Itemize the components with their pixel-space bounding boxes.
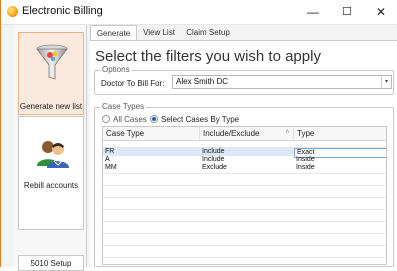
type-cell: Inside bbox=[296, 164, 315, 171]
column-header-label: Include/Exclude bbox=[203, 129, 260, 138]
row-divider bbox=[103, 245, 386, 246]
chevron-down-icon[interactable]: ▾ bbox=[381, 76, 391, 88]
window-title: Electronic Billing bbox=[22, 5, 103, 17]
app-window: Electronic Billing — ☐ ✕ Generate new li… bbox=[0, 0, 397, 271]
case-types-legend: Case Types bbox=[100, 102, 147, 111]
close-button[interactable]: ✕ bbox=[364, 0, 397, 24]
row-divider bbox=[103, 209, 386, 210]
minimize-button[interactable]: — bbox=[296, 0, 330, 24]
case-type-grid: Case Type Include/Exclude ^ Type FR Incl… bbox=[102, 126, 387, 265]
doctor-select-value: Alex Smith DC bbox=[176, 77, 229, 86]
case-type-cell: A bbox=[105, 156, 110, 163]
doctor-select[interactable]: Alex Smith DC ▾ bbox=[172, 75, 392, 89]
tab-generate-list[interactable]: Generate List bbox=[90, 25, 137, 54]
column-header-type[interactable]: Type bbox=[294, 127, 386, 141]
type-cell: Inside bbox=[296, 156, 315, 163]
row-divider bbox=[103, 221, 386, 222]
table-row[interactable]: MM Exclude Inside bbox=[103, 164, 386, 172]
select-cases-by-type-radio[interactable] bbox=[150, 115, 158, 123]
all-cases-label: All Cases bbox=[113, 115, 147, 124]
case-types-group: Case Types All Cases Select Cases By Typ… bbox=[94, 102, 394, 267]
sidebar: Generate new list Rebill accounts 5010 S… bbox=[14, 25, 87, 271]
select-cases-by-type-label: Select Cases By Type bbox=[161, 115, 240, 124]
case-type-cell: MM bbox=[105, 164, 117, 171]
sidebar-item-rebill-accounts[interactable]: Rebill accounts bbox=[18, 116, 84, 230]
page-title: Select the filters you wish to apply bbox=[95, 48, 321, 65]
sort-indicator-icon: ^ bbox=[285, 130, 289, 137]
users-icon bbox=[37, 141, 69, 168]
sidebar-item-label: Generate new list bbox=[19, 102, 83, 111]
row-divider bbox=[103, 185, 386, 186]
column-header-case-type[interactable]: Case Type bbox=[103, 127, 200, 141]
title-bar: Electronic Billing — ☐ ✕ bbox=[1, 0, 397, 25]
include-exclude-cell: Exclude bbox=[202, 164, 227, 171]
table-row[interactable]: FR Include Exact bbox=[103, 148, 386, 158]
generate-list-panel: Select the filters you wish to apply Opt… bbox=[90, 40, 397, 268]
row-divider bbox=[103, 257, 386, 258]
all-cases-radio[interactable] bbox=[102, 115, 110, 123]
column-header-include-exclude[interactable]: Include/Exclude ^ bbox=[200, 127, 294, 141]
sidebar-item-label: Rebill accounts bbox=[23, 181, 79, 190]
options-legend: Options bbox=[100, 65, 132, 74]
table-row[interactable]: A Include Inside bbox=[103, 156, 386, 164]
sidebar-item-5010-setup[interactable]: 5010 Setup bbox=[18, 255, 84, 271]
app-icon bbox=[7, 6, 18, 17]
case-type-cell: FR bbox=[105, 148, 115, 155]
row-divider bbox=[103, 197, 386, 198]
maximize-button[interactable]: ☐ bbox=[330, 0, 364, 24]
row-divider bbox=[103, 173, 386, 174]
options-group: Options Doctor To Bill For: Alex Smith D… bbox=[94, 65, 394, 95]
funnel-icon bbox=[36, 44, 68, 80]
tab-claim-setup[interactable]: Claim Setup bbox=[184, 25, 232, 41]
include-exclude-cell: Include bbox=[202, 156, 225, 163]
row-divider bbox=[103, 233, 386, 234]
include-exclude-cell: Include bbox=[202, 148, 225, 155]
doctor-label: Doctor To Bill For: bbox=[101, 79, 165, 88]
tab-view-list[interactable]: View List bbox=[141, 25, 177, 41]
sidebar-item-generate-new-list[interactable]: Generate new list bbox=[18, 32, 84, 115]
